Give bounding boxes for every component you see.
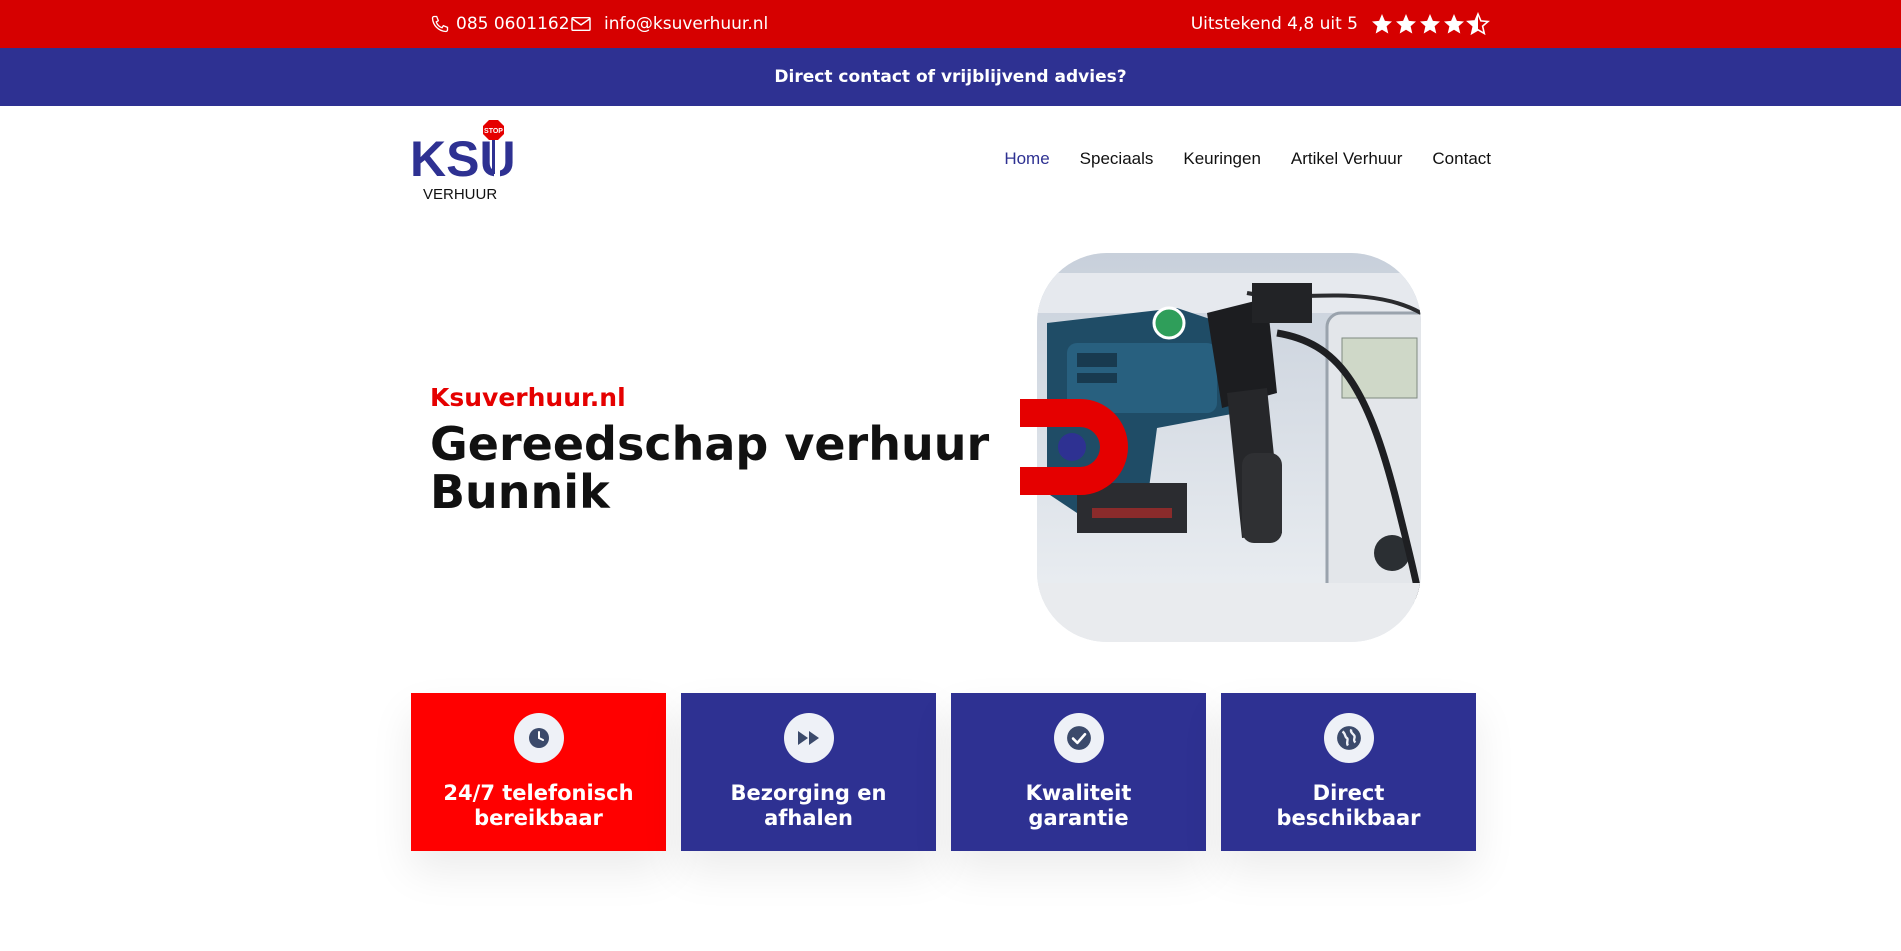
phone-icon (431, 15, 449, 33)
rating-text: Uitstekend 4,8 uit 5 (1190, 14, 1358, 34)
email-link[interactable]: info@ksuverhuur.nl (570, 0, 768, 48)
advice-link[interactable]: Direct contact of vrijblijvend advies? (774, 67, 1126, 87)
check-circle-icon (1066, 726, 1091, 750)
nav-keuringen[interactable]: Keuringen (1183, 149, 1261, 169)
nav-artikel-verhuur[interactable]: Artikel Verhuur (1291, 149, 1403, 169)
star-half-icon (1466, 12, 1490, 36)
feature-label: Kwaliteit garantie (1025, 781, 1132, 830)
logo-sign-text: STOP (484, 128, 503, 135)
feature-card-delivery: Bezorging en afhalen (681, 693, 936, 851)
top-bar-inner: 085 0601162 info@ksuverhuur.nl Uitsteken… (410, 0, 1490, 48)
phone-link[interactable]: 085 0601162 (430, 0, 570, 48)
rating: Uitstekend 4,8 uit 5 (1191, 0, 1490, 48)
site-header: KSU STOP VERHUUR Home Speciaals Keuringe… (0, 106, 1901, 216)
nav-speciaals[interactable]: Speciaals (1080, 149, 1154, 169)
feature-card-quality: Kwaliteit garantie (951, 693, 1206, 851)
ksu-logo[interactable]: KSU STOP VERHUUR (410, 112, 520, 208)
feature-card-available: Direct beschikbaar (1221, 693, 1476, 851)
feature-label: Direct beschikbaar (1276, 781, 1421, 830)
clock-icon (528, 728, 549, 748)
feature-label: Bezorging en afhalen (730, 781, 887, 830)
logo-subtitle: VERHUUR (423, 186, 497, 203)
icon-circle (1053, 713, 1104, 763)
star-full-icon (1444, 14, 1464, 34)
icon-circle (1323, 713, 1374, 763)
logo-graphic: KSU STOP VERHUUR (410, 120, 516, 203)
globe-icon (1336, 726, 1361, 750)
feature-label: 24/7 telefonisch bereikbaar (443, 781, 634, 830)
star-full-icon (1372, 14, 1392, 34)
nav-contact[interactable]: Contact (1432, 149, 1491, 169)
envelope-icon (571, 16, 591, 32)
icon-circle (783, 713, 834, 763)
fast-forward-icon (797, 731, 819, 745)
email-address: info@ksuverhuur.nl (604, 14, 769, 34)
phone-number: 085 0601162 (456, 14, 570, 34)
star-full-icon (1420, 14, 1440, 34)
magnet-icon (1020, 399, 1128, 495)
star-full-icon (1396, 14, 1416, 34)
feature-card-phone: 24/7 telefonisch bereikbaar (411, 693, 666, 851)
rating-stars (1370, 12, 1490, 36)
feature-cards: 24/7 telefonisch bereikbaar Bezorging en… (411, 693, 1476, 851)
advice-banner: Direct contact of vrijblijvend advies? (0, 48, 1901, 106)
hero-subtitle: Ksuverhuur.nl (430, 383, 626, 412)
nav-home[interactable]: Home (1004, 149, 1049, 169)
icon-circle (513, 713, 564, 763)
main-nav: Home Speciaals Keuringen Artikel Verhuur… (974, 106, 1491, 212)
top-bar: 085 0601162 info@ksuverhuur.nl Uitsteken… (0, 0, 1901, 48)
hero-title: Gereedschap verhuur Bunnik (430, 417, 990, 519)
